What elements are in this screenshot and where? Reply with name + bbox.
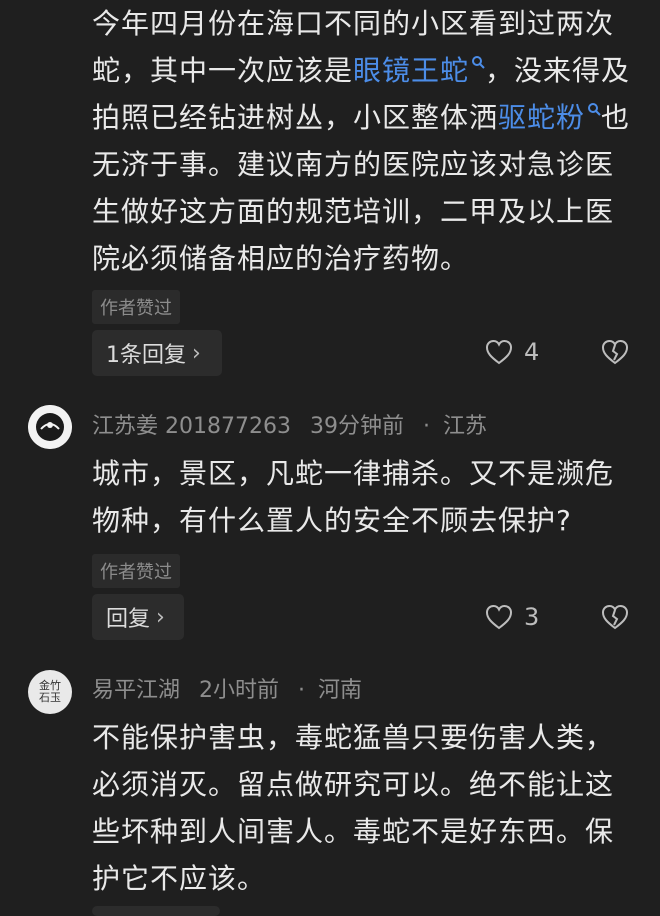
dislike-button[interactable] [600,603,630,635]
reply-label: 回复 [106,607,151,632]
location: 江苏 [442,414,487,439]
location: 河南 [318,678,363,703]
like-button[interactable]: 4 [484,338,539,366]
timestamp: 39分钟前 [309,414,404,439]
username[interactable]: 江苏姜 201877263 [92,414,291,439]
reply-button[interactable]: 1条回复 › [92,330,222,376]
comment-3-text: 不能保护害虫，毒蛇猛兽只要伤害人类，必须消灭。留点做研究可以。绝不能让这些坏种到… [92,721,615,895]
chevron-right-icon: › [156,604,165,630]
search-icon[interactable] [471,55,485,69]
dot-separator: · [422,414,430,439]
broken-heart-icon [601,339,629,365]
avatar[interactable] [28,405,72,449]
like-count: 4 [524,338,540,366]
reply-label: 1条回复 [106,343,186,368]
comment-2-meta: 江苏姜 201877263 39分钟前 · 江苏 [92,408,499,440]
search-icon[interactable] [587,102,601,116]
author-liked-badge: 作者赞过 [92,290,180,324]
search-link-snake-powder[interactable]: 驱蛇粉 [498,101,585,134]
broken-heart-icon [601,604,629,630]
comment-1-text: 今年四月份在海口不同的小区看到过两次蛇，其中一次应该是眼镜王蛇 ，没来得及拍照已经… [92,7,631,275]
like-button[interactable]: 3 [484,603,539,631]
username[interactable]: 易平江湖 [92,678,180,703]
timestamp: 2小时前 [199,678,280,703]
like-count: 3 [524,603,540,631]
heart-icon [485,604,513,630]
chevron-right-icon: › [192,340,201,366]
avatar-calligraphy: 金竹石玉 [39,679,61,704]
author-liked-badge: 作者赞过 [92,554,180,588]
reply-button[interactable]: 回复 › [92,594,184,640]
reply-button-partial[interactable] [92,906,220,916]
comment-3-meta: 易平江湖 2小时前 · 河南 [92,672,374,704]
dot-separator: · [298,678,306,703]
comment-2-text: 城市，景区，凡蛇一律捕杀。又不是濒危物种，有什么置人的安全不顾去保护? [92,457,615,537]
dislike-button[interactable] [600,338,630,370]
heart-icon [485,339,513,365]
search-link-king-cobra[interactable]: 眼镜王蛇 [353,54,469,87]
avatar[interactable]: 金竹石玉 [28,670,72,714]
